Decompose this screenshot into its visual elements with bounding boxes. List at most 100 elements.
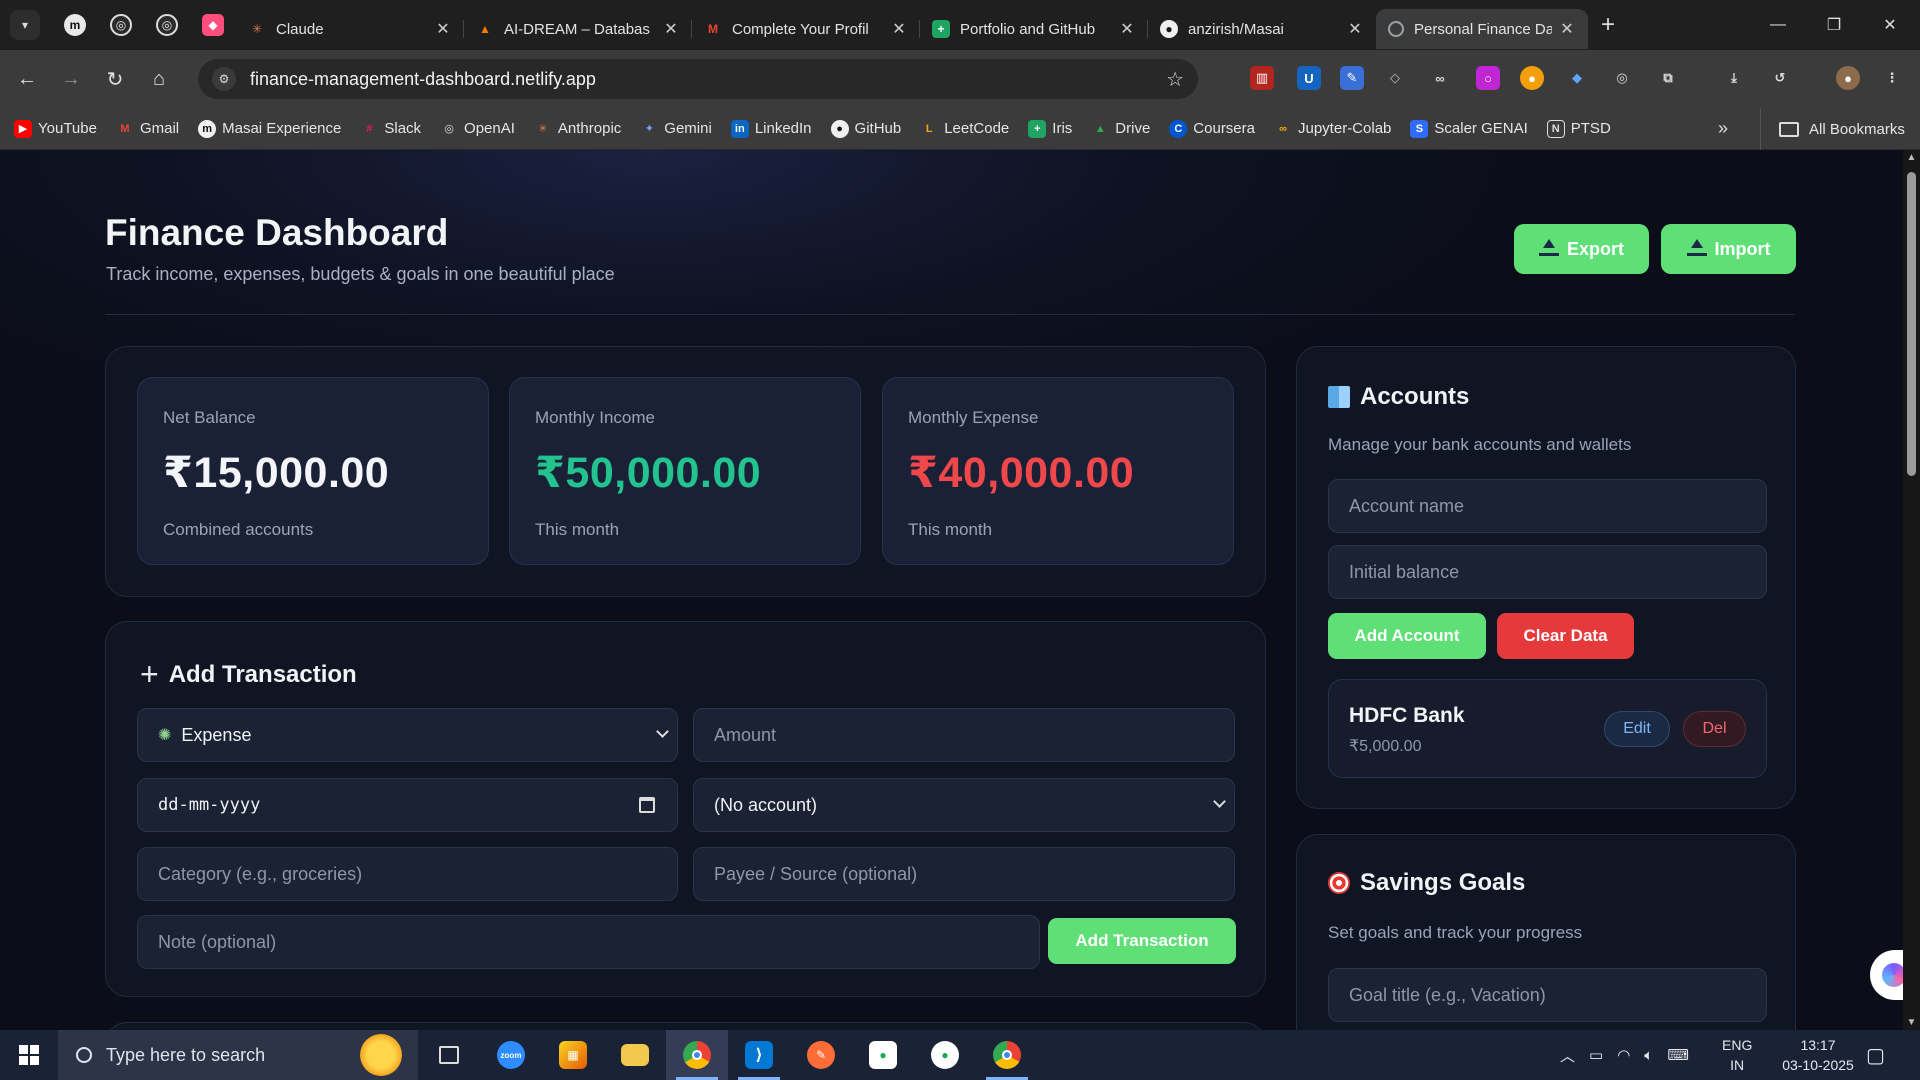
tab-github[interactable]: ● anzirish/Masai ✕ (1148, 9, 1376, 49)
bookmark-leetcode[interactable]: L LeetCode (920, 120, 1009, 138)
pinned-tab-openai-2[interactable]: ◎ (144, 7, 190, 43)
taskbar-vscode[interactable]: ⟩ (728, 1030, 790, 1080)
bookmark-gmail[interactable]: M Gmail (116, 120, 179, 138)
extension-icon[interactable]: ◎ (1610, 66, 1634, 90)
extension-icon[interactable]: ○ (1476, 66, 1500, 90)
bookmark-openai[interactable]: ◎ OpenAI (440, 120, 515, 138)
close-tab-icon[interactable]: ✕ (1118, 19, 1136, 39)
profile-avatar[interactable]: ● (1836, 66, 1860, 90)
import-button[interactable]: Import (1661, 224, 1796, 274)
pinned-tab-openai[interactable]: ◎ (98, 7, 144, 43)
minimize-button[interactable]: — (1750, 0, 1806, 50)
extension-icon[interactable]: ◆ (1565, 66, 1589, 90)
scroll-down-icon[interactable]: ▼ (1906, 1017, 1917, 1028)
clear-data-button[interactable]: Clear Data (1497, 613, 1634, 659)
new-tab-button[interactable]: + (1588, 7, 1628, 43)
bookmark-scaler[interactable]: S Scaler GENAI (1410, 119, 1528, 138)
amount-input[interactable]: Amount (693, 708, 1235, 762)
input-language[interactable]: ENG IN (1722, 1030, 1752, 1080)
scroll-up-icon[interactable]: ▲ (1906, 152, 1917, 163)
tab-claude[interactable]: ✳ Claude ✕ (236, 9, 464, 49)
bookmark-linkedin[interactable]: in LinkedIn (730, 119, 812, 138)
bookmark-iris[interactable]: + Iris (1028, 119, 1072, 138)
taskbar-mongodb-compass[interactable]: ● (914, 1030, 976, 1080)
extension-icon[interactable]: ● (1520, 66, 1544, 90)
category-input[interactable]: Category (e.g., groceries) (137, 847, 678, 901)
taskbar-chrome-2[interactable] (976, 1030, 1038, 1080)
close-tab-icon[interactable]: ✕ (890, 19, 908, 39)
wifi-icon[interactable]: ◠ (1617, 1046, 1630, 1064)
add-account-button[interactable]: Add Account (1328, 613, 1486, 659)
history-icon[interactable]: ↺ (1768, 66, 1792, 90)
account-name-input[interactable]: Account name (1328, 479, 1767, 533)
bookmark-youtube[interactable]: ▶ YouTube (14, 119, 97, 138)
add-transaction-button[interactable]: Add Transaction (1048, 918, 1236, 964)
goal-title-input[interactable]: Goal title (e.g., Vacation) (1328, 968, 1767, 1022)
bookmark-gemini[interactable]: ✦ Gemini (640, 120, 712, 138)
tab-search-button[interactable]: ▾ (10, 10, 40, 40)
page-scrollbar[interactable]: ▲ ▼ (1903, 150, 1920, 1030)
close-tab-icon[interactable]: ✕ (662, 19, 680, 39)
bookmark-masai[interactable]: m Masai Experience (198, 119, 341, 138)
close-tab-icon[interactable]: ✕ (1346, 19, 1364, 39)
taskbar-chrome[interactable] (666, 1030, 728, 1080)
bookmark-coursera[interactable]: C Coursera (1169, 119, 1255, 138)
battery-icon[interactable]: ▭ (1589, 1046, 1603, 1064)
menu-kebab-icon[interactable]: ⋮ (1880, 66, 1904, 90)
bookmark-star-icon[interactable]: ☆ (1166, 67, 1184, 92)
bookmark-jupyter-colab[interactable]: ∞ Jupyter-Colab (1274, 120, 1391, 138)
taskbar-file-explorer[interactable] (604, 1030, 666, 1080)
start-button[interactable] (0, 1030, 58, 1080)
close-window-button[interactable]: ✕ (1862, 0, 1918, 50)
weather-sun-icon[interactable] (360, 1034, 402, 1076)
show-hidden-icons-chevron-icon[interactable]: ︿ (1560, 1045, 1575, 1066)
calendar-icon[interactable] (639, 797, 655, 813)
export-button[interactable]: Export (1514, 224, 1649, 274)
forward-button[interactable]: → (50, 59, 92, 99)
pinned-tab-app[interactable]: ◆ (190, 7, 236, 43)
bookmark-slack[interactable]: # Slack (360, 120, 421, 138)
taskbar-zoom[interactable]: zoom (480, 1030, 542, 1080)
close-tab-icon[interactable]: ✕ (1558, 19, 1576, 39)
notifications-icon[interactable]: ▢ (1866, 1030, 1885, 1080)
more-bookmarks-chevron-icon[interactable]: » (1718, 118, 1728, 139)
address-bar[interactable]: ⚙ finance-management-dashboard.netlify.a… (198, 59, 1198, 99)
taskbar-postman[interactable]: ✎ (790, 1030, 852, 1080)
bookmark-github[interactable]: ● GitHub (830, 119, 901, 138)
all-bookmarks-button[interactable]: All Bookmarks (1760, 108, 1905, 150)
extension-icon[interactable]: ✎ (1340, 66, 1364, 90)
extensions-puzzle-icon[interactable]: ⧉ (1656, 66, 1680, 90)
scrollbar-thumb[interactable] (1907, 172, 1916, 476)
pinned-tab-masai[interactable]: m (52, 7, 98, 43)
reload-button[interactable]: ↻ (94, 59, 136, 99)
volume-icon[interactable]: 🔈︎ (1644, 1047, 1653, 1064)
taskbar-mongodb[interactable]: ● (852, 1030, 914, 1080)
tab-gmail[interactable]: M Complete Your Profil ✕ (692, 9, 920, 49)
account-select[interactable]: (No account) (693, 778, 1235, 832)
task-view-button[interactable] (418, 1030, 480, 1080)
initial-balance-input[interactable]: Initial balance (1328, 545, 1767, 599)
download-icon[interactable]: ⤓ (1722, 66, 1746, 90)
close-tab-icon[interactable]: ✕ (434, 19, 452, 39)
site-info-icon[interactable]: ⚙ (212, 67, 236, 91)
back-button[interactable]: ← (6, 59, 48, 99)
edit-account-button[interactable]: Edit (1604, 711, 1670, 747)
taskbar-search-box[interactable]: Type here to search (58, 1030, 418, 1080)
note-input[interactable]: Note (optional) (137, 915, 1040, 969)
date-input[interactable]: dd-mm-yyyy (137, 778, 678, 832)
delete-account-button[interactable]: Del (1683, 711, 1746, 747)
extension-icon[interactable]: U (1297, 66, 1321, 90)
clock[interactable]: 13:17 03-10-2025 (1768, 1030, 1868, 1080)
extension-icon[interactable]: ∞ (1428, 66, 1452, 90)
payee-input[interactable]: Payee / Source (optional) (693, 847, 1235, 901)
transaction-type-select[interactable]: ✺ Expense (137, 708, 678, 762)
bookmark-drive[interactable]: ▲ Drive (1091, 120, 1150, 138)
keyboard-icon[interactable]: ⌨ (1667, 1046, 1689, 1064)
taskbar-app[interactable]: ▦ (542, 1030, 604, 1080)
extension-icon[interactable]: ▥ (1250, 66, 1274, 90)
tab-ai-dream[interactable]: ▲ AI-DREAM – Databas ✕ (464, 9, 692, 49)
bookmark-anthropic[interactable]: ✳ Anthropic (534, 120, 621, 138)
home-button[interactable]: ⌂ (138, 59, 180, 99)
extension-icon[interactable]: ◇ (1383, 66, 1407, 90)
bookmark-ptsd[interactable]: N PTSD (1546, 119, 1611, 138)
